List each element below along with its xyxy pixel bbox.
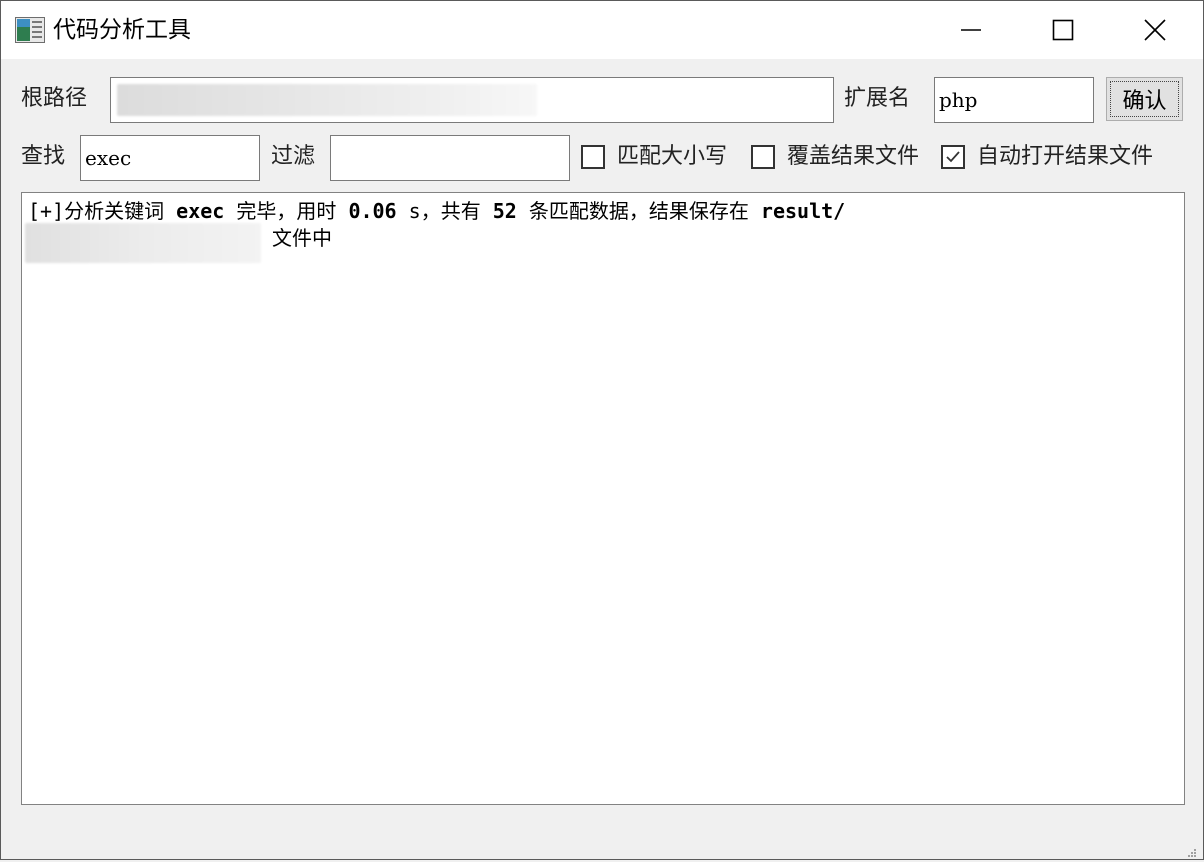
match-case-checkbox[interactable] [581, 145, 605, 169]
auto-open-result-label: 自动打开结果文件 [977, 144, 1154, 169]
resize-grip-icon[interactable] [1187, 843, 1197, 857]
root-path-label: 根路径 [21, 86, 88, 111]
extension-value: php [939, 88, 978, 112]
output-line-1: [+]分析关键词 exec 完毕，用时 0.06 s，共有 52 条匹配数据，结… [28, 197, 845, 225]
output-text-1: 完毕，用时 [224, 199, 349, 223]
overwrite-result-label: 覆盖结果文件 [787, 144, 920, 169]
filter-input[interactable] [330, 135, 570, 181]
confirm-button[interactable]: 确认 [1106, 77, 1183, 121]
output-count: 52 [492, 199, 517, 223]
auto-open-result-checkbox[interactable] [941, 145, 965, 169]
output-path: result/ [760, 199, 846, 223]
redacted-path [117, 84, 537, 116]
extension-label: 扩展名 [844, 86, 911, 111]
checkmark-icon [946, 151, 960, 163]
output-time: 0.06 [348, 199, 397, 223]
root-path-input[interactable] [110, 77, 834, 123]
document-icon [15, 17, 45, 43]
redacted-filename [25, 223, 261, 263]
main-window: 代码分析工具 根路径 扩展名 php 确认 查找 exec 过滤 匹配大小写 覆… [0, 0, 1204, 860]
match-case-label: 匹配大小写 [617, 144, 728, 169]
focus-ring [1110, 81, 1179, 117]
output-prefix: [+]分析关键词 [28, 199, 177, 223]
output-keyword: exec [176, 199, 225, 223]
close-button[interactable] [1109, 1, 1201, 59]
maximize-button[interactable] [1017, 1, 1109, 59]
title-bar[interactable]: 代码分析工具 [1, 1, 1203, 59]
output-text-3: 条匹配数据，结果保存在 [516, 199, 761, 223]
output-text-2: s，共有 [396, 199, 493, 223]
extension-input[interactable]: php [934, 77, 1094, 123]
window-title: 代码分析工具 [53, 17, 191, 43]
search-input[interactable]: exec [80, 135, 260, 181]
search-label: 查找 [21, 144, 66, 169]
search-value: exec [85, 146, 132, 170]
filter-label: 过滤 [271, 144, 316, 169]
overwrite-result-checkbox[interactable] [751, 145, 775, 169]
maximize-icon [1052, 19, 1074, 41]
output-textarea[interactable]: [+]分析关键词 exec 完毕，用时 0.06 s，共有 52 条匹配数据，结… [21, 192, 1185, 805]
output-line-2: 文件中 [272, 226, 332, 250]
minimize-icon [960, 19, 982, 41]
close-icon [1144, 19, 1166, 41]
minimize-button[interactable] [925, 1, 1017, 59]
